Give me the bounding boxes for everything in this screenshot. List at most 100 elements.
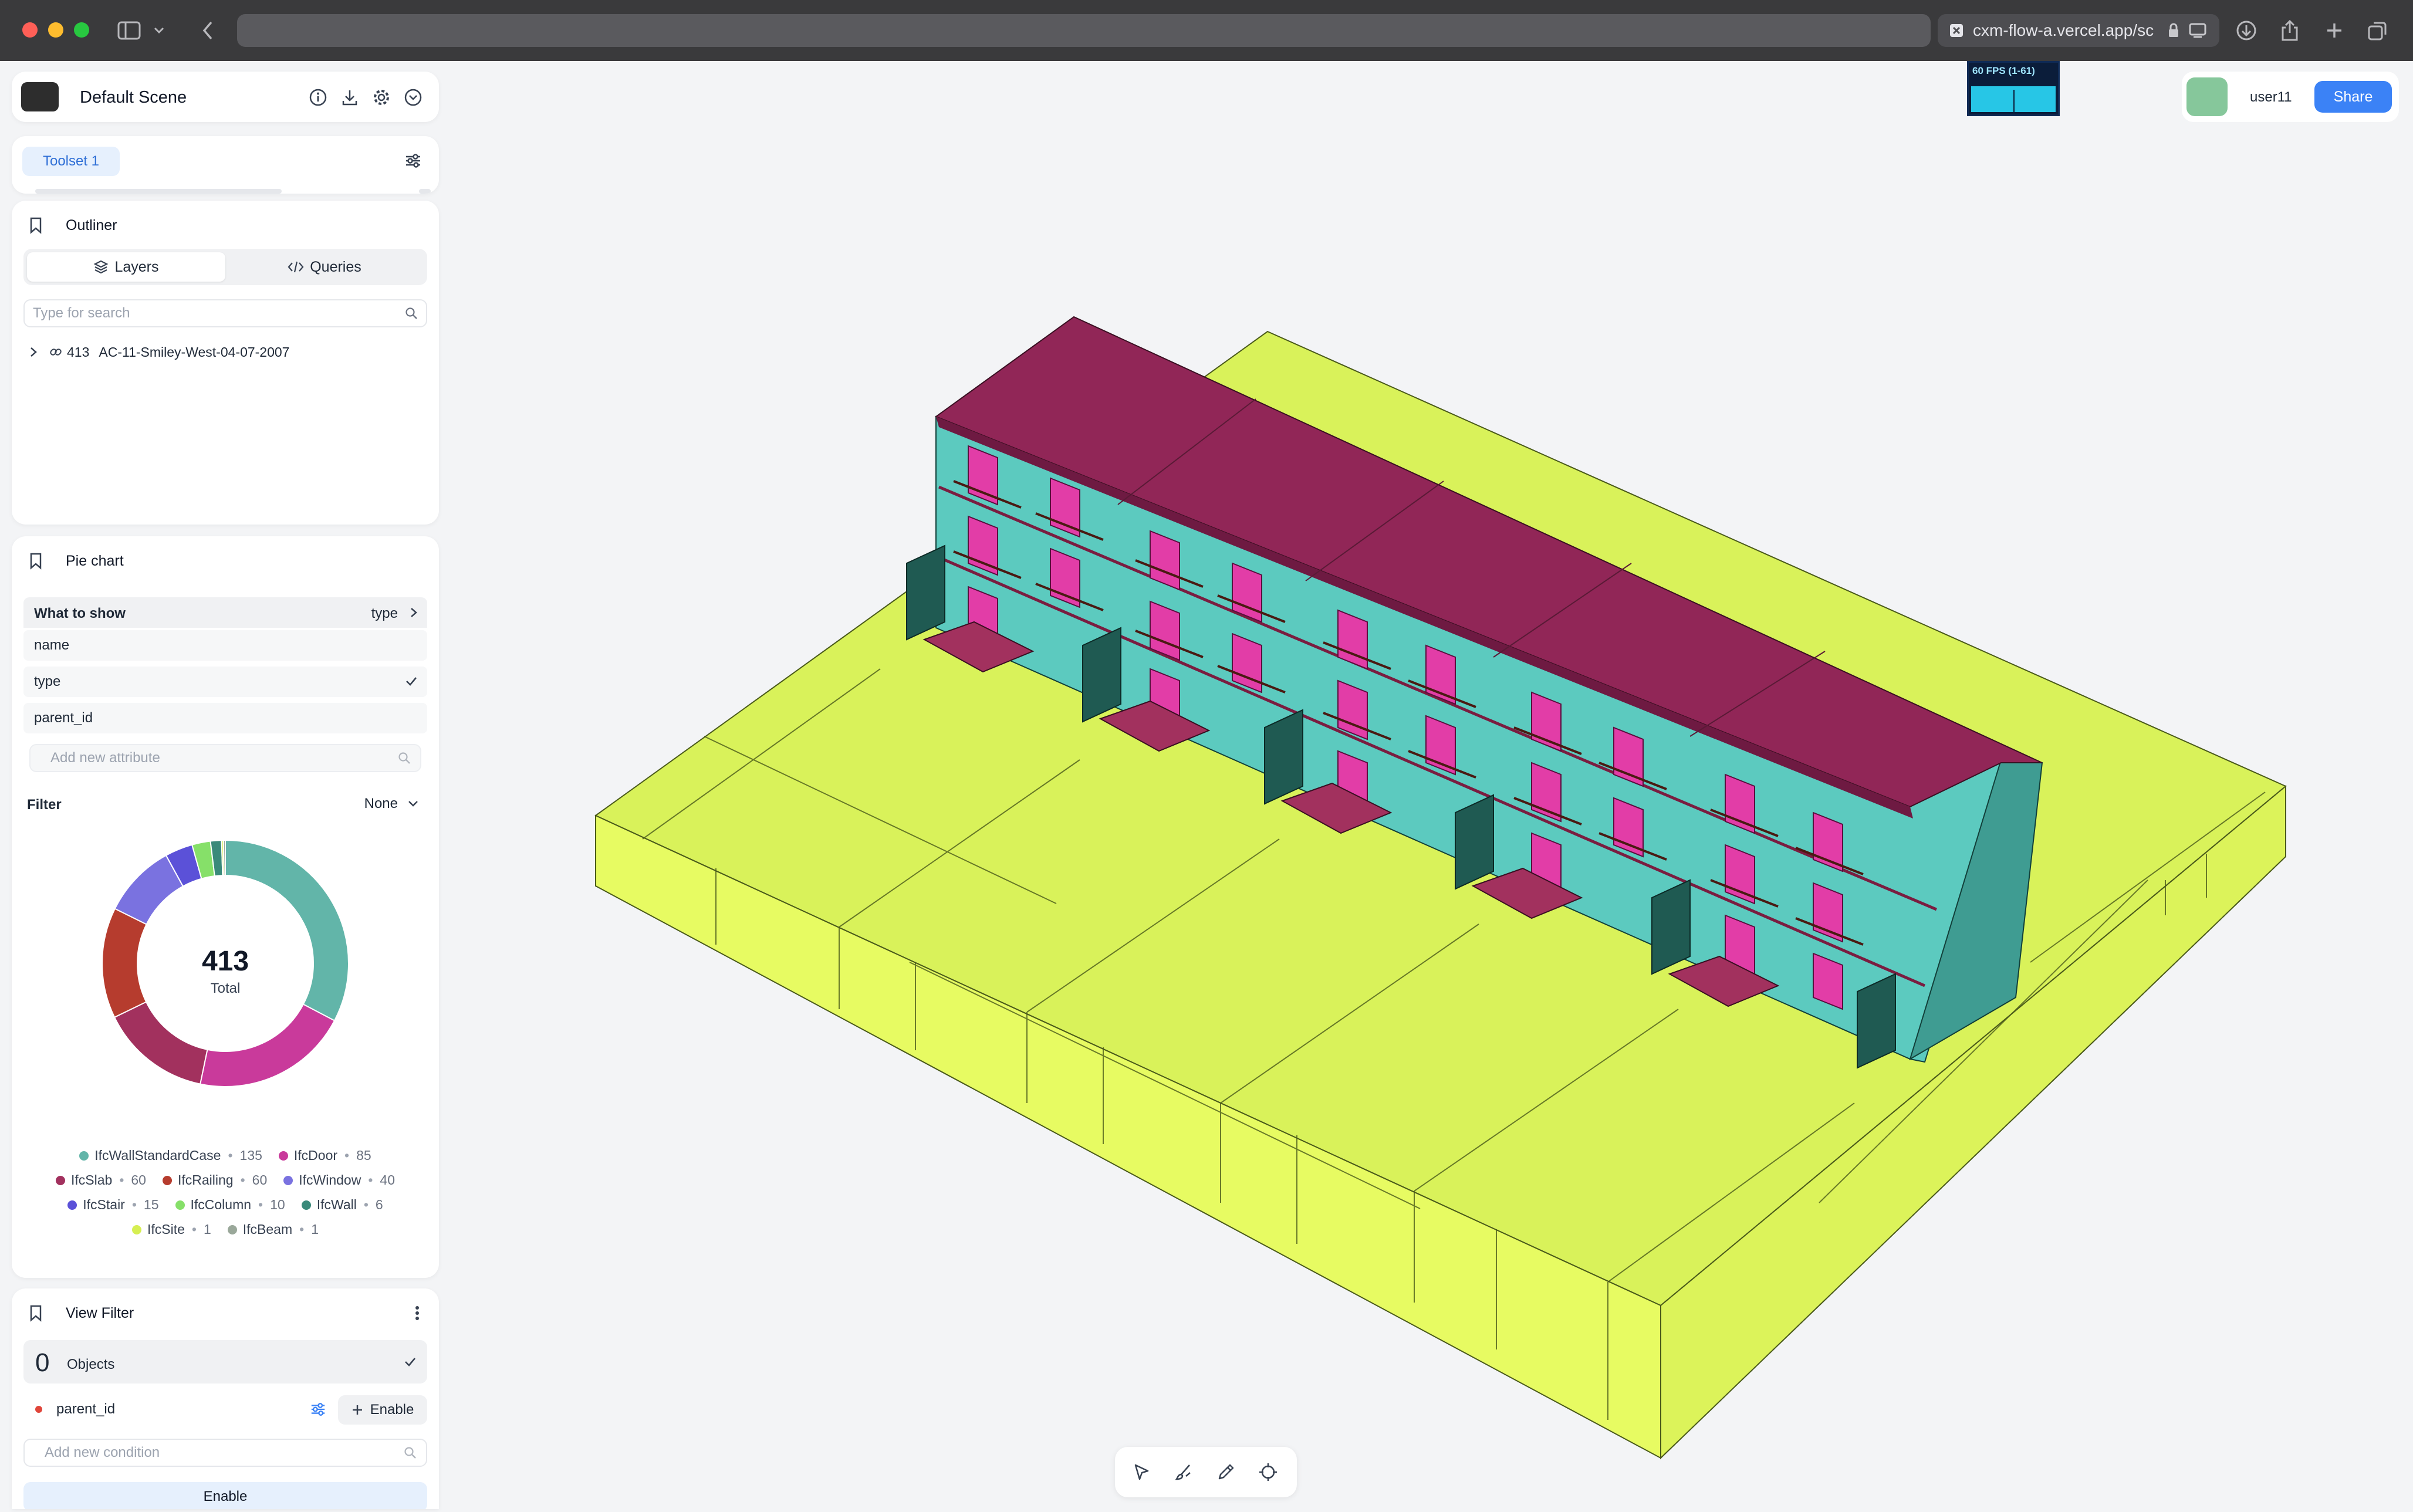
enable-condition-label: Enable: [370, 1402, 414, 1418]
check-icon: [405, 676, 418, 686]
close-window-button[interactable]: [22, 22, 38, 38]
legend-item[interactable]: IfcWallStandardCase • 135: [79, 1148, 262, 1163]
legend-item[interactable]: IfcWindow • 40: [283, 1172, 395, 1188]
search-icon[interactable]: [398, 752, 411, 765]
minimize-window-button[interactable]: [48, 22, 63, 38]
bookmark-icon[interactable]: [27, 215, 45, 236]
pie-slice-ifcrailing[interactable]: [102, 908, 147, 1019]
pointer-icon[interactable]: [1126, 1457, 1157, 1487]
attribute-option-name[interactable]: name: [23, 630, 427, 661]
legend-item[interactable]: IfcWall • 6: [301, 1197, 383, 1213]
sidebar-toggle-icon[interactable]: [111, 14, 147, 47]
target-icon[interactable]: [1252, 1457, 1284, 1487]
legend-count: 1: [311, 1222, 319, 1237]
plus-icon: [352, 1404, 363, 1416]
view-filter-title: View Filter: [66, 1305, 134, 1321]
tab-queries[interactable]: Queries: [225, 252, 424, 282]
toolset-scroll-end: [419, 189, 431, 194]
sliders-icon[interactable]: [306, 1398, 330, 1421]
info-icon[interactable]: [306, 86, 330, 109]
add-attribute-input[interactable]: [31, 749, 415, 767]
legend-dot: [79, 1151, 89, 1161]
share-browser-icon[interactable]: [2277, 14, 2303, 47]
brush-select-icon[interactable]: [1168, 1457, 1199, 1487]
pie-slice-ifcdoor[interactable]: [199, 1003, 336, 1087]
share-button[interactable]: Share: [2314, 81, 2392, 113]
legend-count: 1: [203, 1222, 211, 1237]
gear-icon[interactable]: [370, 86, 393, 109]
zoom-window-button[interactable]: [74, 22, 89, 38]
scene-header: Default Scene: [12, 72, 439, 122]
toolset-scrollbar[interactable]: [35, 189, 282, 194]
tab-toolset-1[interactable]: Toolset 1: [22, 147, 120, 176]
avatar[interactable]: [2186, 77, 2228, 116]
legend-label: IfcWallStandardCase: [94, 1148, 221, 1163]
download-icon[interactable]: [338, 86, 361, 109]
enable-filter-button[interactable]: Enable: [23, 1482, 427, 1509]
add-condition-input[interactable]: [25, 1444, 410, 1462]
legend-item[interactable]: IfcBeam • 1: [227, 1222, 319, 1237]
sliders-icon[interactable]: [401, 149, 425, 172]
attribute-option-type[interactable]: type: [23, 667, 427, 697]
objects-count-row[interactable]: 0 Objects: [23, 1340, 427, 1384]
chevron-right-icon[interactable]: [29, 346, 38, 358]
legend-label: IfcSlab: [71, 1172, 113, 1188]
bookmark-icon[interactable]: [27, 1303, 45, 1324]
search-icon[interactable]: [405, 307, 418, 320]
attribute-label: parent_id: [34, 710, 93, 726]
attribute-label: name: [34, 637, 70, 653]
legend-item[interactable]: IfcStair • 15: [67, 1197, 159, 1213]
pie-chart: 413 Total: [102, 839, 349, 1087]
browser-tab[interactable]: cxm-flow-a.vercel.app/sc: [1938, 14, 2219, 47]
lock-icon: [2168, 23, 2179, 38]
pie-slice-ifcwallstandardcase[interactable]: [225, 839, 349, 1021]
pie-slice-ifcslab[interactable]: [113, 1001, 208, 1085]
app-logo[interactable]: [21, 82, 59, 111]
what-to-show-value: type: [371, 606, 398, 621]
back-icon[interactable]: [196, 14, 219, 47]
legend-dot: [278, 1151, 288, 1161]
more-vertical-icon[interactable]: [408, 1303, 426, 1324]
legend-separator: •: [299, 1222, 305, 1237]
search-input[interactable]: [25, 305, 398, 322]
chevron-down-icon[interactable]: [150, 14, 168, 47]
tab-close-icon[interactable]: [1949, 23, 1963, 38]
legend-item[interactable]: IfcRailing • 60: [162, 1172, 267, 1188]
tree-item[interactable]: 413 AC-11-Smiley-West-04-07-2007: [29, 340, 289, 364]
legend-item[interactable]: IfcSlab • 60: [56, 1172, 146, 1188]
legend-separator: •: [131, 1197, 137, 1212]
outliner-title: Outliner: [66, 217, 117, 234]
bookmark-icon[interactable]: [27, 550, 45, 571]
tab-layers-label: Layers: [114, 258, 159, 275]
downloads-icon[interactable]: [2233, 14, 2259, 47]
legend-item[interactable]: IfcSite • 1: [131, 1222, 211, 1237]
chevron-circle-icon[interactable]: [401, 86, 425, 109]
legend-label: IfcWindow: [299, 1172, 361, 1188]
fps-monitor: 60 FPS (1-61): [1967, 61, 2060, 116]
legend-label: IfcSite: [147, 1222, 185, 1237]
tab-overview-icon[interactable]: [2365, 14, 2391, 47]
legend-row: IfcSite • 1 IfcBeam • 1: [12, 1222, 439, 1237]
what-to-show-header[interactable]: What to show type: [23, 597, 427, 628]
legend-separator: •: [228, 1148, 233, 1163]
scene-title[interactable]: Default Scene: [80, 88, 187, 107]
legend-separator: •: [119, 1172, 124, 1188]
add-condition-field: [23, 1439, 427, 1467]
reader-icon[interactable]: [2189, 23, 2206, 38]
new-tab-icon[interactable]: [2321, 14, 2347, 47]
filter-select[interactable]: None: [364, 794, 419, 813]
attribute-option-parent-id[interactable]: parent_id: [23, 703, 427, 733]
pie-slice-ifcbeam[interactable]: [222, 839, 226, 877]
address-bar[interactable]: [237, 14, 1931, 47]
legend-separator: •: [191, 1222, 197, 1237]
legend-item[interactable]: IfcDoor • 85: [278, 1148, 371, 1163]
tab-layers[interactable]: Layers: [27, 252, 225, 282]
legend-separator: •: [363, 1197, 369, 1212]
objects-count: 0: [35, 1348, 50, 1377]
legend-count: 15: [143, 1197, 159, 1212]
enable-condition-button[interactable]: Enable: [338, 1395, 427, 1425]
pencil-icon[interactable]: [1210, 1457, 1242, 1487]
legend-item[interactable]: IfcColumn • 10: [175, 1197, 285, 1213]
search-icon[interactable]: [404, 1446, 417, 1459]
view-filter-panel: View Filter 0 Objects parent_id Enable E…: [12, 1288, 439, 1509]
